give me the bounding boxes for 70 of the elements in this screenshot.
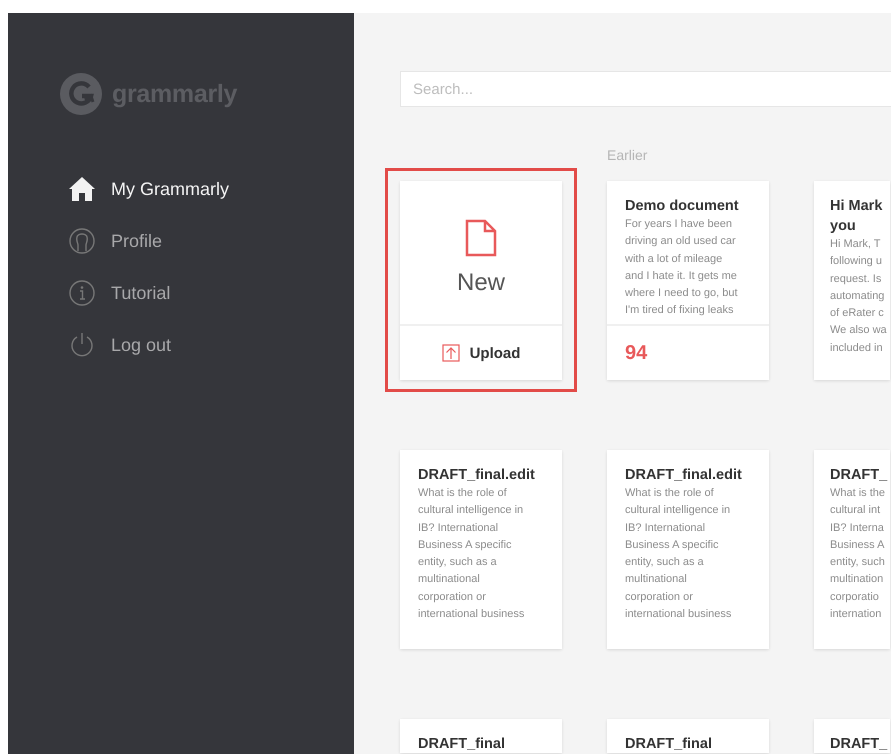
home-icon: [68, 176, 96, 202]
new-document-card[interactable]: New Upload: [400, 181, 562, 380]
document-title: DRAFT_: [830, 466, 888, 485]
document-preview-line: corporatio: [830, 590, 880, 605]
document-preview-line: cultural intelligence in: [418, 503, 524, 518]
document-icon: [465, 218, 497, 256]
document-preview-line: driving an old used car: [625, 234, 737, 250]
upload-button[interactable]: Upload: [400, 324, 562, 380]
document-preview-line: included in: [830, 340, 884, 356]
document-preview-line: Hi Mark, T: [830, 237, 882, 252]
document-preview-line: IB? International: [418, 520, 500, 536]
nav-item[interactable]: Tutorial: [68, 279, 354, 307]
document-card[interactable]: DRAFT_: [814, 719, 890, 753]
document-title: DRAFT_final: [625, 735, 713, 753]
document-card[interactable]: DRAFT_final: [400, 719, 562, 753]
nav-item[interactable]: My Grammarly: [68, 175, 354, 203]
document-preview-line: entity, such as a: [625, 555, 705, 570]
document-preview-line: internation: [830, 607, 882, 622]
info-icon: [68, 280, 96, 306]
document-preview-line: Business A specific: [625, 538, 720, 553]
document-preview-line: Business A: [830, 538, 886, 553]
document-preview-line: multinational: [418, 572, 481, 588]
document-title: DRAFT_final.edit: [418, 466, 536, 485]
document-preview-line: What is the: [830, 486, 886, 501]
document-preview-line: following u: [830, 254, 883, 270]
document-preview-line: cultural intelligence in: [625, 503, 732, 518]
document-preview-line: What is the role of: [625, 486, 715, 501]
document-preview-line: of eRater c: [830, 306, 885, 322]
document-preview-line: cultural int: [830, 503, 882, 518]
document-preview-line: international business: [418, 607, 526, 622]
profile-icon: [68, 228, 96, 254]
new-label: New: [456, 268, 505, 296]
document-preview-line: I'm tired of fixing leaks: [625, 303, 734, 318]
document-preview-line: corporation or: [418, 590, 487, 605]
score: 94: [625, 342, 648, 364]
document-preview-line: Business A specific: [418, 538, 513, 553]
document-preview-line: corporation or: [625, 590, 694, 605]
document-preview-line: What is the role of: [418, 486, 508, 501]
document-preview-line: with a lot of mileage: [625, 252, 724, 267]
document-card[interactable]: DRAFT_ What is the cultural int IB? Interna Business A entity, such multination corporatio internation: [814, 450, 890, 649]
document-preview-line: IB? Interna: [830, 520, 885, 536]
document-preview-line: entity, such as a: [418, 555, 498, 570]
document-title: Hi Mark: [830, 197, 884, 216]
upload-icon: [442, 344, 460, 362]
document-preview-line: IB? International: [625, 520, 706, 536]
logo-icon: [60, 73, 102, 115]
document-card[interactable]: DRAFT_final.edit What is the role of cultural intelligence in IB? International Business A specific entity, such as a multinational corporation or international business: [400, 450, 562, 649]
nav-item[interactable]: Log out: [68, 331, 354, 359]
search-field[interactable]: Search...: [400, 71, 891, 107]
document-card[interactable]: Hi Mark you Hi Mark, T following u request. Is automating of eRater c We also wa included in: [814, 181, 890, 380]
document-title: you: [830, 217, 857, 236]
document-preview-line: where I need to go, but: [625, 286, 739, 302]
nav-item[interactable]: Profile: [68, 227, 354, 255]
document-preview-line: For years I have been: [625, 217, 734, 232]
document-card[interactable]: Demo document For years I have been driving an old used car with a lot of mileage and I hate it. It gets me where I need to go, but I'm tired of fixing leaks 94: [607, 181, 769, 380]
document-preview-line: request. Is: [830, 272, 882, 287]
document-preview-line: entity, such: [830, 555, 886, 570]
document-preview-line: We also wa: [830, 323, 888, 338]
document-title: DRAFT_final: [418, 735, 506, 753]
document-title: DRAFT_: [830, 735, 888, 753]
document-title: DRAFT_final.edit: [625, 466, 743, 485]
document-card[interactable]: DRAFT_final.edit What is the role of cultural intelligence in IB? International Business A specific entity, such as a multinational corporation or international business: [607, 450, 769, 649]
document-preview-line: multinational: [625, 572, 688, 588]
document-card[interactable]: DRAFT_final: [607, 719, 769, 753]
document-title: Demo document: [625, 197, 740, 216]
section-label: Earlier: [607, 147, 648, 163]
document-preview-line: multination: [830, 572, 884, 588]
document-preview-line: and I hate it. It gets me: [625, 268, 738, 284]
document-preview-line: automating: [830, 288, 886, 304]
document-preview-line: international business: [625, 607, 732, 622]
